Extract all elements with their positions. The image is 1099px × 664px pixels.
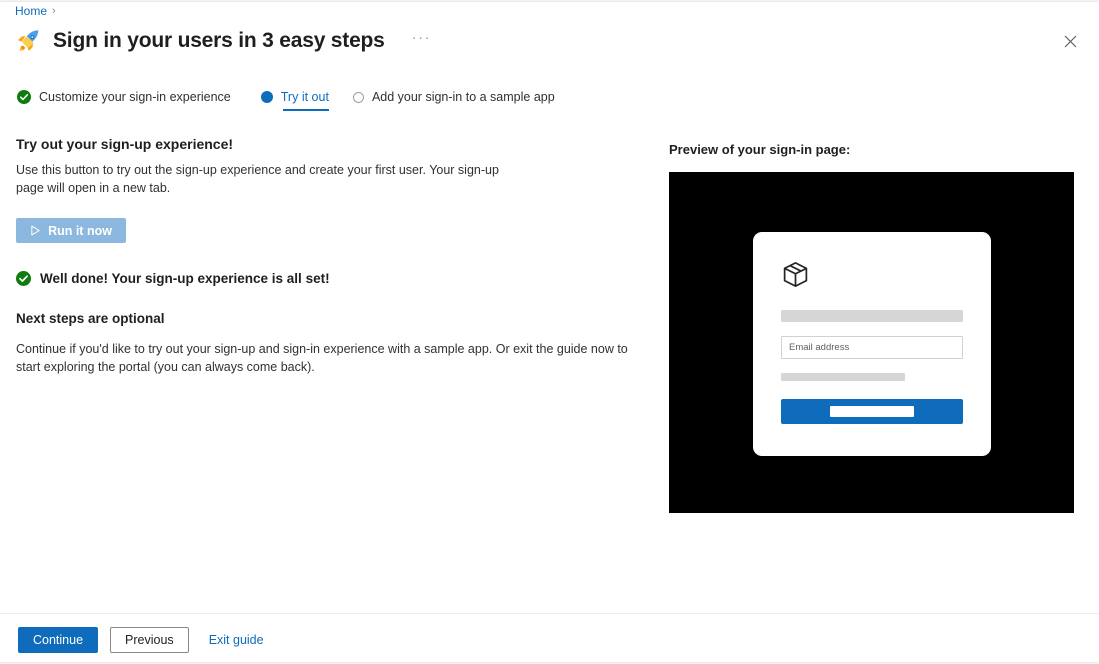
page-title: Sign in your users in 3 easy steps	[53, 29, 385, 52]
radio-filled-icon	[260, 91, 273, 103]
next-steps-description: Continue if you'd like to try out your s…	[16, 341, 628, 374]
run-it-now-label: Run it now	[48, 223, 112, 238]
previous-button[interactable]: Previous	[110, 627, 189, 653]
exit-guide-link[interactable]: Exit guide	[205, 633, 268, 647]
main-content: Try out your sign-up experience! Use thi…	[16, 136, 641, 388]
footer-actions: Continue Previous Exit guide	[18, 627, 268, 653]
success-message-label: Well done! Your sign-up experience is al…	[40, 271, 330, 286]
step-tab-label: Add your sign-in to a sample app	[371, 90, 555, 104]
preview-email-input[interactable]: Email address	[781, 336, 963, 359]
step-tab-label: Customize your sign-in experience	[39, 90, 231, 104]
play-icon	[31, 225, 40, 236]
run-it-now-button[interactable]: Run it now	[16, 218, 126, 243]
section-description: Use this button to try out the sign-up e…	[16, 163, 499, 195]
success-message: Well done! Your sign-up experience is al…	[16, 271, 641, 286]
rocket-icon	[18, 28, 39, 51]
close-icon	[1064, 35, 1076, 47]
check-circle-icon	[16, 271, 31, 286]
next-steps-heading: Next steps are optional	[16, 311, 165, 326]
step-tab-label: Try it out	[280, 90, 329, 104]
chevron-right-icon: ›	[52, 4, 56, 17]
step-tab-customize[interactable]: Customize your sign-in experience	[17, 88, 231, 111]
preview-submit-label-placeholder	[830, 406, 914, 417]
step-tab-sample-app[interactable]: Add your sign-in to a sample app	[352, 88, 555, 111]
box-logo-icon	[783, 262, 808, 287]
radio-empty-icon	[352, 91, 364, 103]
page-top-edge	[0, 0, 1099, 2]
preview-title-placeholder	[781, 310, 963, 322]
step-tabs: Customize your sign-in experience Try it…	[17, 88, 555, 111]
preview-panel: Preview of your sign-in page: Email addr…	[669, 142, 1074, 513]
breadcrumb-item-home[interactable]: Home	[15, 5, 47, 17]
preview-label: Preview of your sign-in page:	[669, 142, 851, 157]
close-button[interactable]	[1058, 29, 1082, 53]
step-tab-try-it-out[interactable]: Try it out	[260, 88, 330, 111]
check-circle-icon	[17, 90, 31, 104]
footer-divider	[0, 613, 1099, 614]
preview-submit-button[interactable]	[781, 399, 963, 424]
preview-frame: Email address	[669, 172, 1074, 513]
continue-button[interactable]: Continue	[18, 627, 99, 653]
more-options-icon[interactable]: ···	[412, 30, 432, 49]
preview-email-placeholder: Email address	[789, 342, 850, 353]
section-heading: Try out your sign-up experience!	[16, 136, 234, 152]
breadcrumb: Home ›	[15, 5, 56, 17]
preview-subtext-placeholder	[781, 373, 905, 381]
page-header: Sign in your users in 3 easy steps ···	[15, 26, 431, 56]
preview-signin-card: Email address	[753, 232, 991, 456]
